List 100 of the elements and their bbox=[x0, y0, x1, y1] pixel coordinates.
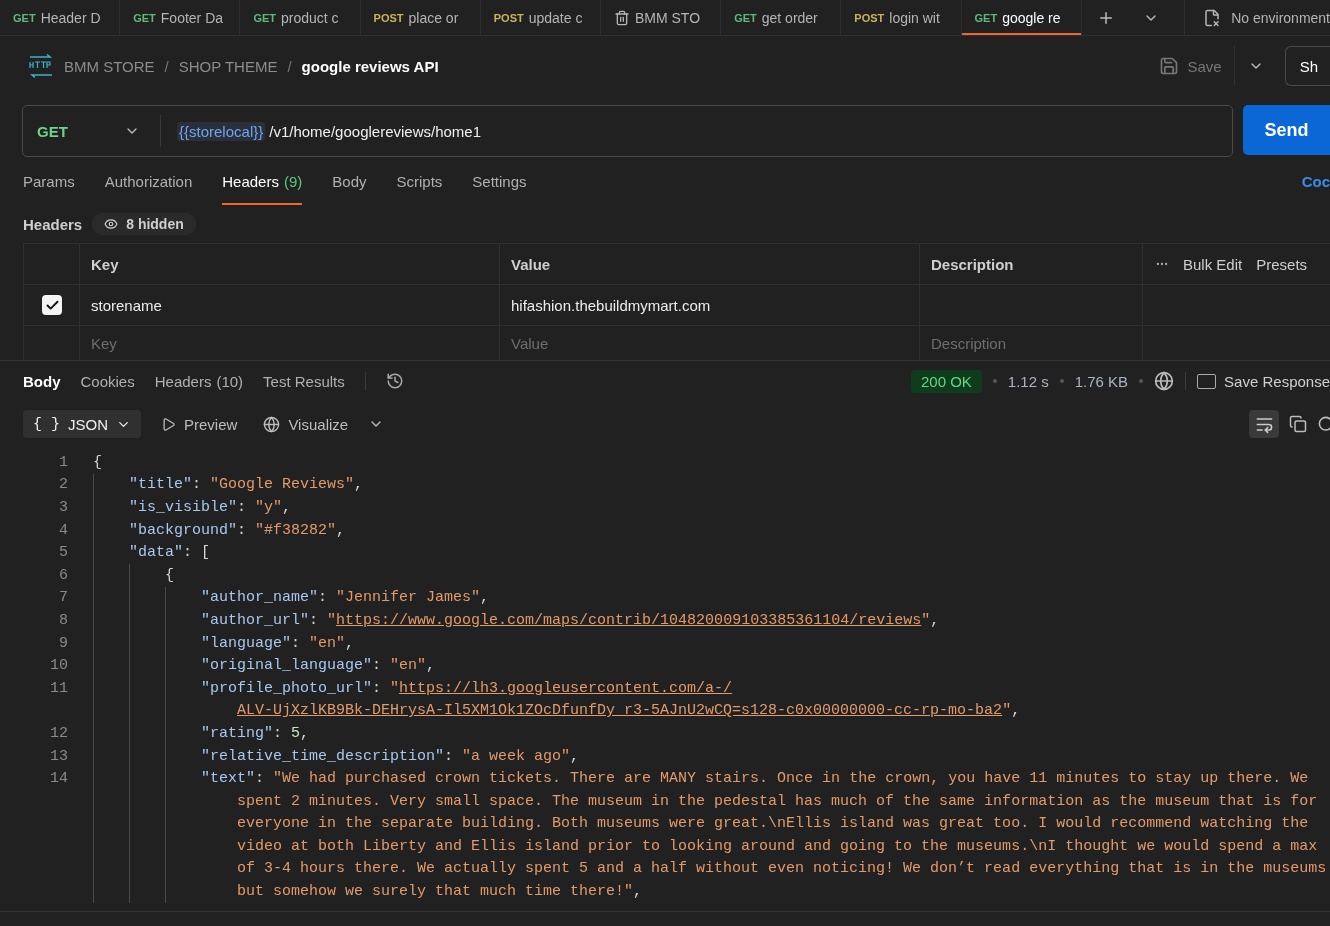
json-key: "background" bbox=[129, 521, 238, 539]
json-punctuation: : [ bbox=[183, 544, 211, 562]
json-punctuation: , bbox=[426, 657, 436, 675]
response-tab[interactable]: Test Results bbox=[263, 372, 345, 390]
json-link[interactable]: ALV-UjXzlKB9Bk-DEHrysA-Il5XM1Ok1ZOcDfunfDy_r3-5AJnU2wCQ=s128-c0x00000000-cc-rp-mo-ba2 bbox=[237, 702, 1003, 720]
json-punctuation: : bbox=[255, 770, 266, 788]
json-punctuation: , bbox=[930, 611, 940, 629]
breadcrumb-item: google reviews API bbox=[301, 57, 439, 75]
share-button[interactable]: Sh bbox=[1284, 46, 1330, 86]
section-title: Headers bbox=[23, 215, 83, 233]
json-punctuation: : bbox=[309, 611, 320, 629]
search-icon[interactable] bbox=[1317, 414, 1330, 434]
json-key: "text" bbox=[201, 770, 255, 788]
preview-button[interactable]: Preview bbox=[155, 415, 244, 433]
copy-icon[interactable] bbox=[1289, 415, 1307, 433]
json-punctuation: , bbox=[282, 499, 292, 516]
request-tab[interactable]: GET google re bbox=[961, 0, 1082, 35]
eye-icon bbox=[104, 217, 119, 231]
json-string: but somehow we surely that much time there!" bbox=[237, 883, 634, 901]
json-string: " bbox=[921, 611, 931, 629]
request-section-tab[interactable]: Authorization bbox=[104, 157, 193, 205]
table-cell[interactable]: hifashion.thebuildmymart.com bbox=[499, 285, 919, 326]
no-environment-icon bbox=[1203, 8, 1222, 27]
json-string: " bbox=[390, 679, 400, 697]
json-punctuation: , bbox=[570, 747, 580, 765]
table-action-link[interactable]: Presets bbox=[1256, 255, 1308, 273]
line-number: 13 bbox=[49, 747, 68, 765]
json-punctuation: , bbox=[345, 634, 355, 652]
line-number: 5 bbox=[58, 544, 68, 562]
line-number: 3 bbox=[58, 499, 68, 516]
request-tab[interactable]: GET product c bbox=[240, 0, 361, 35]
visualize-button[interactable]: Visualize bbox=[257, 415, 355, 433]
environment-selector[interactable]: No environment bbox=[1184, 0, 1330, 35]
json-punctuation: , bbox=[1011, 702, 1021, 720]
json-key: "title" bbox=[129, 476, 192, 494]
table-cell[interactable]: storename bbox=[79, 285, 499, 326]
save-response-button[interactable]: Save Response bbox=[1197, 372, 1330, 390]
json-string: "y" bbox=[255, 499, 283, 516]
json-punctuation: { bbox=[93, 453, 102, 471]
save-button[interactable]: Save bbox=[1159, 46, 1235, 86]
request-section-tab[interactable]: Params bbox=[23, 157, 75, 205]
request-tab[interactable]: GET get order bbox=[721, 0, 842, 35]
hidden-headers-toggle[interactable]: 8 hidden bbox=[92, 213, 196, 235]
line-number: 9 bbox=[58, 634, 68, 652]
line-number: 8 bbox=[58, 611, 68, 629]
json-string: video at both Liberty and Ellis island prior to looking around and going to the museums.\nI thought we would spend a max bbox=[237, 837, 1318, 855]
json-link[interactable]: https://www.google.com/maps/contrib/104820009103385361104/reviews bbox=[336, 611, 922, 629]
table-action-link[interactable]: Bulk Edit bbox=[1183, 255, 1243, 273]
checkbox[interactable] bbox=[42, 295, 62, 315]
json-string: "en" bbox=[390, 657, 427, 675]
json-punctuation: , bbox=[633, 883, 643, 901]
history-icon[interactable] bbox=[385, 372, 404, 390]
json-key: "author_name" bbox=[201, 589, 319, 607]
globe-icon[interactable] bbox=[1154, 371, 1175, 391]
request-section-tab[interactable]: Headers (9) bbox=[222, 157, 303, 205]
request-section-tab[interactable]: Scripts bbox=[396, 157, 443, 205]
json-string: everyone in the separate building. Both museums were great.\nEllis island was great too. I would recommend watching the bbox=[237, 815, 1309, 833]
json-punctuation: , bbox=[480, 589, 490, 607]
response-tab[interactable]: Headers (10) bbox=[154, 372, 244, 390]
json-string: " bbox=[327, 611, 337, 629]
column-header: Key bbox=[79, 244, 499, 285]
line-number: 7 bbox=[58, 589, 68, 607]
line-number: 1 bbox=[58, 453, 68, 471]
format-selector[interactable]: { } JSON bbox=[23, 410, 142, 438]
column-header: Description bbox=[919, 244, 1142, 285]
line-number: 10 bbox=[49, 657, 68, 675]
json-punctuation: : bbox=[318, 589, 329, 607]
request-tab[interactable]: BMM STO bbox=[600, 0, 722, 35]
wrap-lines-button[interactable] bbox=[1249, 410, 1279, 438]
json-string: "#f38282" bbox=[255, 521, 337, 539]
json-number: 5 bbox=[291, 724, 301, 742]
response-size: 1.76 KB bbox=[1074, 372, 1129, 390]
json-punctuation: { bbox=[165, 566, 174, 584]
request-tab[interactable]: GET Header D bbox=[0, 0, 121, 35]
json-link[interactable]: https://lh3.googleusercontent.com/a-/ bbox=[399, 679, 733, 697]
json-key: "data" bbox=[129, 544, 183, 562]
request-tab[interactable]: GET Footer Da bbox=[120, 0, 241, 35]
json-punctuation: : bbox=[237, 521, 248, 539]
breadcrumb-item[interactable]: SHOP THEME bbox=[178, 57, 278, 75]
globe-icon bbox=[263, 415, 281, 433]
send-button[interactable]: Send bbox=[1243, 105, 1330, 155]
request-tab[interactable]: POST login wit bbox=[841, 0, 962, 35]
status-badge: 200 OK bbox=[910, 369, 982, 393]
line-number: 12 bbox=[49, 724, 68, 742]
json-punctuation: , bbox=[336, 521, 346, 539]
request-section-tab[interactable]: Body bbox=[332, 157, 367, 205]
json-string: "Jennifer James" bbox=[336, 589, 481, 607]
breadcrumb-item[interactable]: BMM STORE bbox=[64, 57, 155, 75]
request-section-tab[interactable]: Settings bbox=[472, 157, 527, 205]
json-string: of 3-4 hours there. We actually spent 5 and a half without even noticing! We don’t read everything that is in the museums bbox=[237, 860, 1327, 878]
response-tab[interactable]: Body bbox=[23, 372, 61, 390]
response-tab[interactable]: Cookies bbox=[80, 372, 135, 390]
code-link[interactable]: Coc bbox=[1301, 157, 1330, 205]
json-string: " bbox=[1002, 702, 1012, 720]
json-string: spent 2 minutes. Very small space. The museum in the pedestal has much of the same information as the museum that is for bbox=[237, 792, 1318, 810]
request-tab[interactable]: POST place or bbox=[360, 0, 481, 35]
response-time: 1.12 s bbox=[1007, 372, 1049, 390]
request-tab[interactable]: POST update c bbox=[480, 0, 601, 35]
json-punctuation: : bbox=[291, 634, 302, 652]
json-punctuation: : bbox=[372, 679, 383, 697]
